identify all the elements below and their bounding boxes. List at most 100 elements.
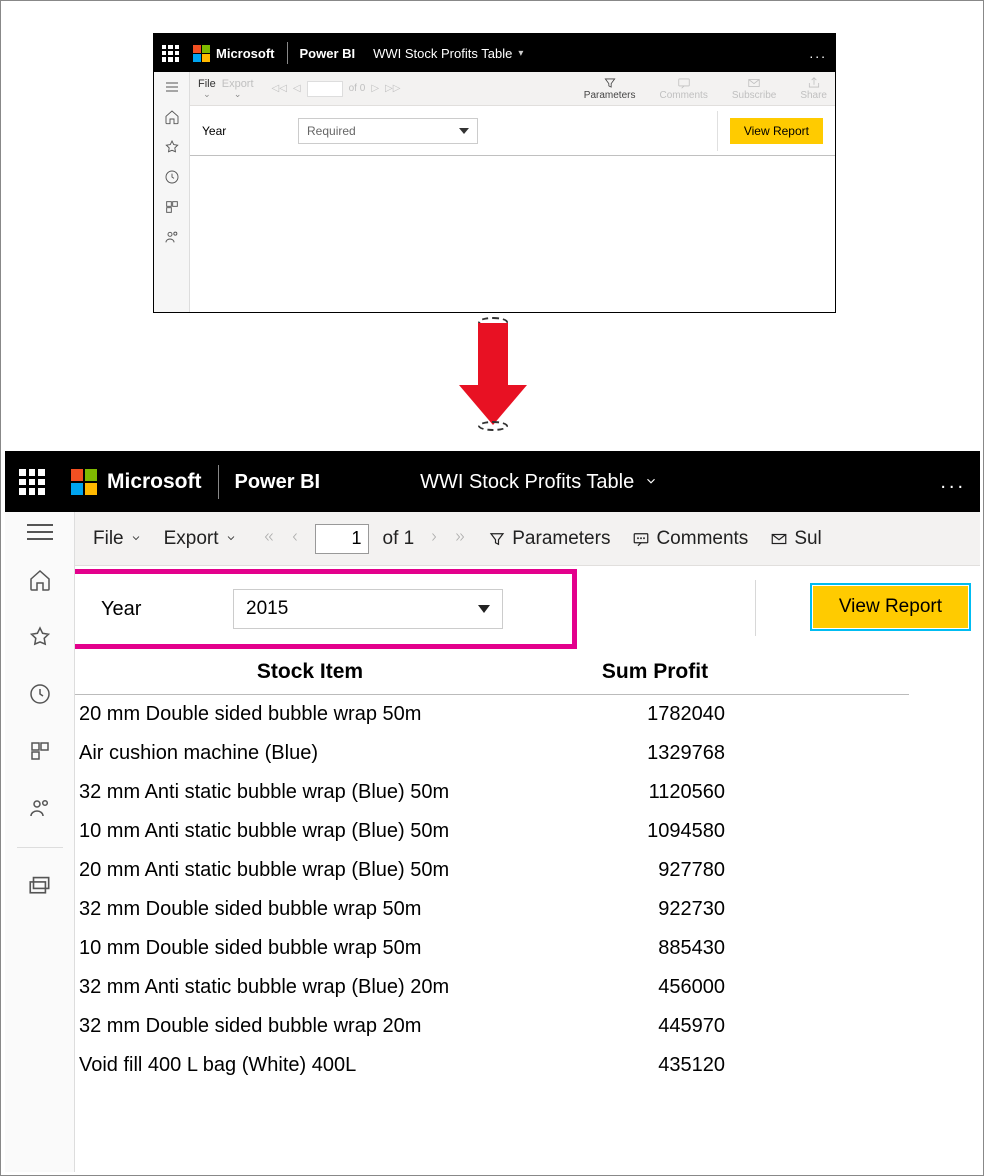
brand-text: Microsoft (107, 470, 202, 494)
app-launcher-icon[interactable] (19, 469, 45, 495)
report-toolbar: File ⌄ Export ⌄ ◁◁ ◁ of 0 ▷ ▷▷ Par (190, 72, 835, 106)
pager: 1 of 1 (263, 524, 467, 554)
first-page-icon[interactable]: ◁◁ (272, 83, 287, 94)
table-row: 20 mm Anti static bubble wrap (Blue) 50m… (75, 851, 909, 890)
year-dropdown[interactable]: Required (298, 118, 478, 144)
last-page-icon[interactable] (454, 528, 466, 550)
next-page-icon[interactable]: ▷ (371, 83, 379, 94)
parameters-label: Parameters (512, 528, 610, 550)
cell-stock-item: 32 mm Anti static bubble wrap (Blue) 50m (75, 781, 545, 804)
shared-people-icon[interactable] (28, 796, 52, 825)
export-menu[interactable]: Export ⌄ (222, 79, 254, 99)
table-row: 10 mm Anti static bubble wrap (Blue) 50m… (75, 812, 909, 851)
col-stock-item: Stock Item (75, 660, 545, 684)
apps-grid-icon[interactable] (163, 198, 181, 216)
hamburger-icon[interactable] (163, 78, 181, 96)
arrow-head-icon (459, 385, 527, 425)
next-page-icon[interactable] (428, 528, 440, 550)
apps-grid-icon[interactable] (28, 739, 52, 768)
cell-sum-profit: 927780 (545, 859, 725, 882)
cell-stock-item: Void fill 400 L bag (White) 400L (75, 1054, 545, 1077)
cell-stock-item: Air cushion machine (Blue) (75, 742, 545, 765)
year-dropdown[interactable]: 2015 (233, 589, 503, 629)
product-name: Power BI (300, 46, 356, 61)
transition-arrow (449, 317, 537, 439)
brand-text: Microsoft (216, 46, 275, 61)
page-of-label: of 0 (349, 83, 366, 94)
cell-stock-item: 20 mm Anti static bubble wrap (Blue) 50m (75, 859, 545, 882)
microsoft-logo-icon (71, 469, 97, 495)
parameters-button[interactable]: Parameters (584, 76, 636, 101)
arrow-shaft (478, 323, 508, 385)
subscribe-button[interactable]: Sul (770, 528, 821, 550)
powerbi-large-panel: Microsoft Power BI WWI Stock Profits Tab… (5, 451, 980, 1172)
header-bar: Microsoft Power BI WWI Stock Profits Tab… (5, 452, 980, 512)
hamburger-icon[interactable] (27, 524, 53, 540)
export-menu[interactable]: Export (164, 528, 237, 550)
app-launcher-icon[interactable] (162, 45, 179, 62)
table-row: 32 mm Anti static bubble wrap (Blue) 20m… (75, 968, 909, 1007)
subscribe-label: Sul (794, 528, 821, 550)
report-toolbar: File Export 1 of 1 Parameters (75, 512, 980, 566)
table-row: 32 mm Double sided bubble wrap 50m922730 (75, 890, 909, 929)
comments-button[interactable]: Comments (632, 528, 748, 550)
file-menu[interactable]: File ⌄ (198, 79, 216, 99)
page-input[interactable] (307, 81, 343, 97)
file-menu-label: File (93, 528, 124, 550)
parameters-button[interactable]: Parameters (488, 528, 610, 550)
share-label: Share (800, 90, 827, 101)
subscribe-label: Subscribe (732, 90, 776, 101)
vertical-divider (717, 111, 718, 151)
file-menu[interactable]: File (93, 528, 142, 550)
more-options-icon[interactable]: ... (809, 45, 827, 61)
cell-stock-item: 32 mm Double sided bubble wrap 50m (75, 898, 545, 921)
recent-clock-icon[interactable] (28, 682, 52, 711)
shared-people-icon[interactable] (163, 228, 181, 246)
page-input[interactable]: 1 (315, 524, 369, 554)
cell-stock-item: 10 mm Anti static bubble wrap (Blue) 50m (75, 820, 545, 843)
comments-label: Comments (656, 528, 748, 550)
share-button[interactable]: Share (800, 76, 827, 101)
report-table-wrap: Stock Item Sum Profit 20 mm Double sided… (75, 652, 980, 1085)
recent-clock-icon[interactable] (163, 168, 181, 186)
parameter-bar: Year 2015 View Report (75, 566, 980, 652)
header-separator (218, 465, 219, 499)
home-icon[interactable] (163, 108, 181, 126)
report-title[interactable]: WWI Stock Profits Table (373, 46, 512, 61)
table-body: 20 mm Double sided bubble wrap 50m178204… (75, 695, 909, 1085)
left-nav (5, 512, 75, 1172)
view-report-button[interactable]: View Report (730, 118, 823, 144)
cell-sum-profit: 1329768 (545, 742, 725, 765)
parameters-label: Parameters (584, 90, 636, 101)
first-page-icon[interactable] (263, 528, 275, 550)
cell-sum-profit: 445970 (545, 1015, 725, 1038)
favorites-star-icon[interactable] (28, 625, 52, 654)
chevron-down-icon[interactable]: ▾ (518, 48, 523, 59)
prev-page-icon[interactable]: ◁ (293, 83, 301, 94)
report-table: Stock Item Sum Profit 20 mm Double sided… (75, 652, 909, 1085)
cell-sum-profit: 885430 (545, 937, 725, 960)
product-name: Power BI (235, 471, 321, 494)
header-bar: Microsoft Power BI WWI Stock Profits Tab… (154, 34, 835, 72)
cell-stock-item: 20 mm Double sided bubble wrap 50m (75, 703, 545, 726)
home-icon[interactable] (28, 568, 52, 597)
table-row: 20 mm Double sided bubble wrap 50m178204… (75, 695, 909, 734)
chevron-down-icon: ⌄ (234, 89, 242, 99)
view-report-button[interactable]: View Report (813, 586, 968, 628)
more-options-icon[interactable]: ... (940, 471, 966, 494)
report-title-dropdown[interactable]: WWI Stock Profits Table (420, 471, 658, 494)
chevron-down-icon (130, 528, 142, 550)
table-row: 32 mm Double sided bubble wrap 20m445970 (75, 1007, 909, 1046)
vertical-divider (755, 580, 756, 636)
workspaces-stack-icon[interactable] (27, 870, 53, 901)
prev-page-icon[interactable] (289, 528, 301, 550)
last-page-icon[interactable]: ▷▷ (385, 83, 400, 94)
favorites-star-icon[interactable] (163, 138, 181, 156)
cell-sum-profit: 435120 (545, 1054, 725, 1077)
table-row: 32 mm Anti static bubble wrap (Blue) 50m… (75, 773, 909, 812)
subscribe-button[interactable]: Subscribe (732, 76, 776, 101)
comments-button[interactable]: Comments (659, 76, 707, 101)
file-menu-label: File (198, 79, 216, 89)
cell-stock-item: 10 mm Double sided bubble wrap 50m (75, 937, 545, 960)
cell-sum-profit: 1120560 (545, 781, 725, 804)
